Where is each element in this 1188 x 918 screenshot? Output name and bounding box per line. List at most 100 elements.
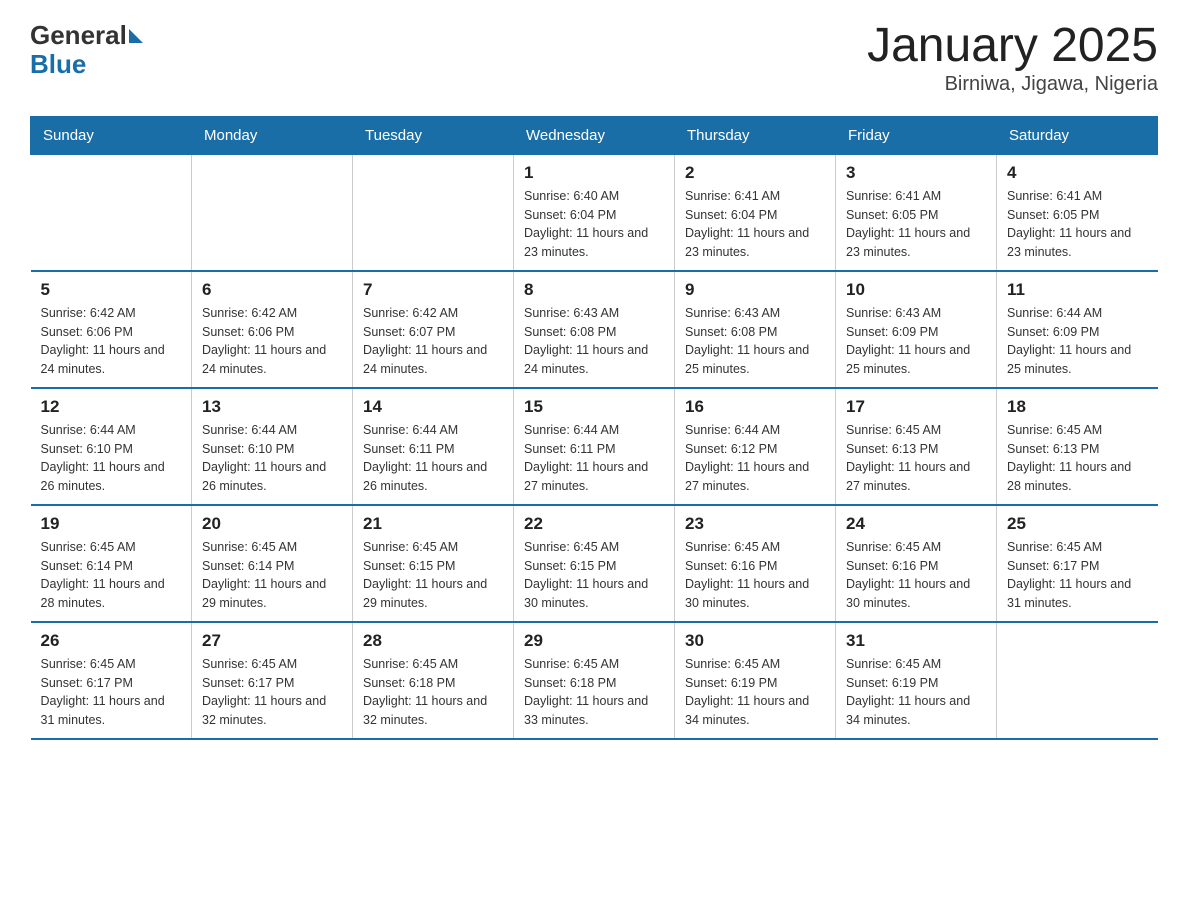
calendar-cell: 29 Sunrise: 6:45 AMSunset: 6:18 PMDayligh… <box>514 622 675 739</box>
calendar-cell: 14Sunrise: 6:44 AMSunset: 6:11 PMDayligh… <box>353 388 514 505</box>
day-number: 25 <box>1007 514 1148 534</box>
day-number: 2 <box>685 163 825 183</box>
day-headers-row: SundayMondayTuesdayWednesdayThursdayFrid… <box>31 116 1158 154</box>
calendar-cell: 11 Sunrise: 6:44 AMSunset: 6:09 PMDayligh… <box>997 271 1158 388</box>
day-info: Sunrise: 6:42 AMSunset: 6:07 PMDaylight:… <box>363 304 503 379</box>
calendar-cell: 12 Sunrise: 6:44 AMSunset: 6:10 PMDayligh… <box>31 388 192 505</box>
day-number: 11 <box>1007 280 1148 300</box>
calendar-cell: 5 Sunrise: 6:42 AMSunset: 6:06 PMDaylight… <box>31 271 192 388</box>
calendar-cell: 25 Sunrise: 6:45 AMSunset: 6:17 PMDayligh… <box>997 505 1158 622</box>
calendar-cell: 27 Sunrise: 6:45 AMSunset: 6:17 PMDayligh… <box>192 622 353 739</box>
day-header-tuesday: Tuesday <box>353 116 514 154</box>
calendar-cell: 18 Sunrise: 6:45 AMSunset: 6:13 PMDayligh… <box>997 388 1158 505</box>
day-number: 15 <box>524 397 664 417</box>
day-info: Sunrise: 6:45 AMSunset: 6:13 PMDaylight:… <box>846 421 986 496</box>
day-info: Sunrise: 6:45 AMSunset: 6:15 PMDaylight:… <box>524 538 664 613</box>
calendar-header: SundayMondayTuesdayWednesdayThursdayFrid… <box>31 116 1158 154</box>
day-info: Sunrise: 6:45 AMSunset: 6:16 PMDaylight:… <box>685 538 825 613</box>
day-info: Sunrise: 6:42 AMSunset: 6:06 PMDaylight:… <box>41 304 182 379</box>
day-number: 6 <box>202 280 342 300</box>
day-info: Sunrise: 6:45 AMSunset: 6:15 PMDaylight:… <box>363 538 503 613</box>
calendar-cell: 7Sunrise: 6:42 AMSunset: 6:07 PMDaylight… <box>353 271 514 388</box>
day-number: 16 <box>685 397 825 417</box>
day-number: 27 <box>202 631 342 651</box>
week-row-2: 5 Sunrise: 6:42 AMSunset: 6:06 PMDaylight… <box>31 271 1158 388</box>
day-info: Sunrise: 6:45 AMSunset: 6:16 PMDaylight:… <box>846 538 986 613</box>
day-number: 19 <box>41 514 182 534</box>
calendar-cell <box>192 154 353 271</box>
day-number: 20 <box>202 514 342 534</box>
calendar-body: 1Sunrise: 6:40 AMSunset: 6:04 PMDaylight… <box>31 154 1158 739</box>
day-number: 3 <box>846 163 986 183</box>
calendar-cell: 24 Sunrise: 6:45 AMSunset: 6:16 PMDayligh… <box>836 505 997 622</box>
day-info: Sunrise: 6:45 AMSunset: 6:18 PMDaylight:… <box>363 655 503 730</box>
day-number: 5 <box>41 280 182 300</box>
week-row-3: 12 Sunrise: 6:44 AMSunset: 6:10 PMDayligh… <box>31 388 1158 505</box>
day-header-sunday: Sunday <box>31 116 192 154</box>
calendar-cell <box>353 154 514 271</box>
calendar-cell: 30 Sunrise: 6:45 AMSunset: 6:19 PMDayligh… <box>675 622 836 739</box>
day-number: 30 <box>685 631 825 651</box>
day-info: Sunrise: 6:44 AMSunset: 6:09 PMDaylight:… <box>1007 304 1148 379</box>
day-info: Sunrise: 6:43 AMSunset: 6:09 PMDaylight:… <box>846 304 986 379</box>
day-number: 29 <box>524 631 664 651</box>
calendar-cell: 20Sunrise: 6:45 AMSunset: 6:14 PMDayligh… <box>192 505 353 622</box>
week-row-5: 26Sunrise: 6:45 AMSunset: 6:17 PMDayligh… <box>31 622 1158 739</box>
day-info: Sunrise: 6:41 AMSunset: 6:05 PMDaylight:… <box>846 187 986 262</box>
calendar-cell: 31Sunrise: 6:45 AMSunset: 6:19 PMDayligh… <box>836 622 997 739</box>
calendar-cell: 13 Sunrise: 6:44 AMSunset: 6:10 PMDayligh… <box>192 388 353 505</box>
day-header-wednesday: Wednesday <box>514 116 675 154</box>
day-info: Sunrise: 6:40 AMSunset: 6:04 PMDaylight:… <box>524 187 664 262</box>
day-info: Sunrise: 6:42 AMSunset: 6:06 PMDaylight:… <box>202 304 342 379</box>
day-number: 9 <box>685 280 825 300</box>
day-info: Sunrise: 6:45 AMSunset: 6:17 PMDaylight:… <box>1007 538 1148 613</box>
day-number: 24 <box>846 514 986 534</box>
day-number: 23 <box>685 514 825 534</box>
day-header-saturday: Saturday <box>997 116 1158 154</box>
calendar-cell: 28 Sunrise: 6:45 AMSunset: 6:18 PMDayligh… <box>353 622 514 739</box>
day-info: Sunrise: 6:44 AMSunset: 6:11 PMDaylight:… <box>524 421 664 496</box>
calendar-cell: 6 Sunrise: 6:42 AMSunset: 6:06 PMDaylight… <box>192 271 353 388</box>
day-info: Sunrise: 6:45 AMSunset: 6:17 PMDaylight:… <box>202 655 342 730</box>
day-info: Sunrise: 6:45 AMSunset: 6:19 PMDaylight:… <box>685 655 825 730</box>
logo-general-text: General <box>30 20 127 51</box>
day-number: 17 <box>846 397 986 417</box>
day-info: Sunrise: 6:44 AMSunset: 6:10 PMDaylight:… <box>41 421 182 496</box>
day-number: 31 <box>846 631 986 651</box>
day-number: 18 <box>1007 397 1148 417</box>
logo-blue-text: Blue <box>30 51 86 77</box>
day-info: Sunrise: 6:45 AMSunset: 6:17 PMDaylight:… <box>41 655 182 730</box>
day-info: Sunrise: 6:43 AMSunset: 6:08 PMDaylight:… <box>524 304 664 379</box>
calendar-cell: 1Sunrise: 6:40 AMSunset: 6:04 PMDaylight… <box>514 154 675 271</box>
calendar-cell: 26Sunrise: 6:45 AMSunset: 6:17 PMDayligh… <box>31 622 192 739</box>
day-info: Sunrise: 6:44 AMSunset: 6:12 PMDaylight:… <box>685 421 825 496</box>
day-number: 8 <box>524 280 664 300</box>
day-number: 13 <box>202 397 342 417</box>
day-header-monday: Monday <box>192 116 353 154</box>
calendar-cell: 17 Sunrise: 6:45 AMSunset: 6:13 PMDayligh… <box>836 388 997 505</box>
logo-triangle-icon <box>129 29 143 43</box>
day-number: 12 <box>41 397 182 417</box>
calendar-cell: 22Sunrise: 6:45 AMSunset: 6:15 PMDayligh… <box>514 505 675 622</box>
calendar-cell: 8 Sunrise: 6:43 AMSunset: 6:08 PMDaylight… <box>514 271 675 388</box>
day-header-friday: Friday <box>836 116 997 154</box>
week-row-1: 1Sunrise: 6:40 AMSunset: 6:04 PMDaylight… <box>31 154 1158 271</box>
day-number: 28 <box>363 631 503 651</box>
day-info: Sunrise: 6:44 AMSunset: 6:10 PMDaylight:… <box>202 421 342 496</box>
day-number: 10 <box>846 280 986 300</box>
calendar-cell <box>997 622 1158 739</box>
calendar-cell: 4Sunrise: 6:41 AMSunset: 6:05 PMDaylight… <box>997 154 1158 271</box>
day-info: Sunrise: 6:45 AMSunset: 6:14 PMDaylight:… <box>41 538 182 613</box>
day-header-thursday: Thursday <box>675 116 836 154</box>
day-info: Sunrise: 6:45 AMSunset: 6:13 PMDaylight:… <box>1007 421 1148 496</box>
calendar-cell: 19 Sunrise: 6:45 AMSunset: 6:14 PMDayligh… <box>31 505 192 622</box>
page-title: January 2025 <box>867 20 1158 73</box>
day-info: Sunrise: 6:44 AMSunset: 6:11 PMDaylight:… <box>363 421 503 496</box>
calendar-cell <box>31 154 192 271</box>
calendar-table: SundayMondayTuesdayWednesdayThursdayFrid… <box>30 116 1158 740</box>
calendar-cell: 2Sunrise: 6:41 AMSunset: 6:04 PMDaylight… <box>675 154 836 271</box>
calendar-cell: 23 Sunrise: 6:45 AMSunset: 6:16 PMDayligh… <box>675 505 836 622</box>
week-row-4: 19 Sunrise: 6:45 AMSunset: 6:14 PMDayligh… <box>31 505 1158 622</box>
day-info: Sunrise: 6:45 AMSunset: 6:18 PMDaylight:… <box>524 655 664 730</box>
day-info: Sunrise: 6:43 AMSunset: 6:08 PMDaylight:… <box>685 304 825 379</box>
